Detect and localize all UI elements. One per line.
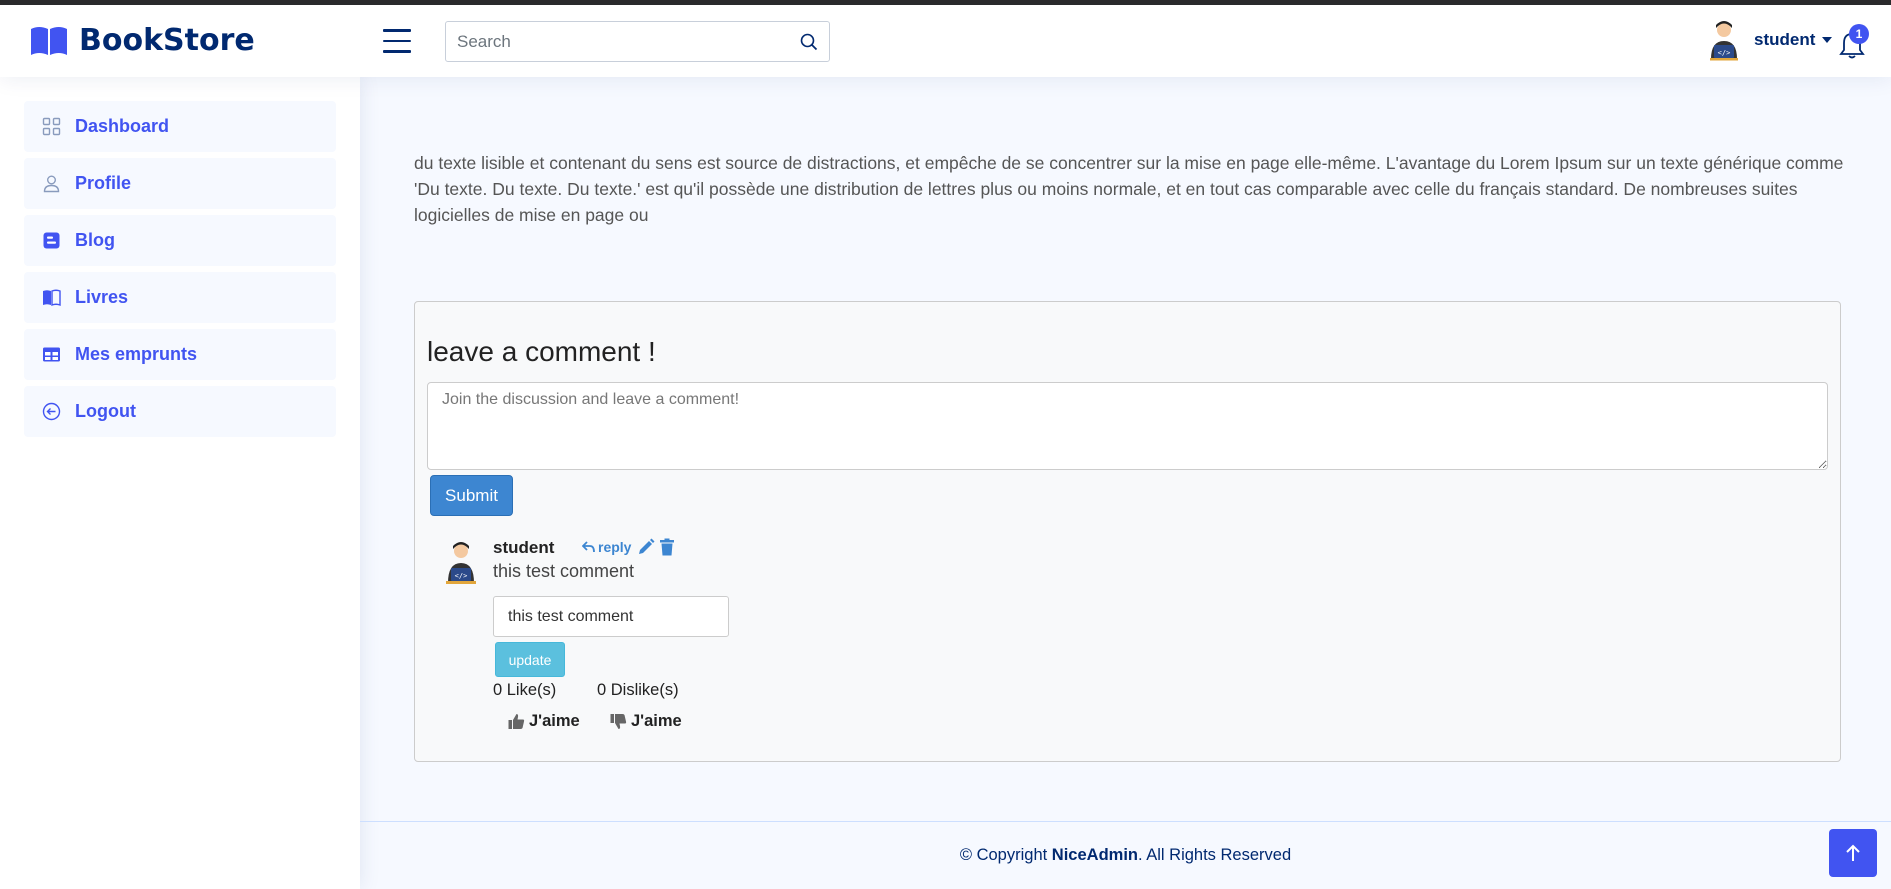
- like-count: 0 Like(s): [493, 681, 557, 699]
- search-button[interactable]: [789, 22, 829, 61]
- sidebar-item-logout[interactable]: Logout: [24, 386, 336, 437]
- dislike-button[interactable]: J'aime: [610, 712, 682, 731]
- username-label: student: [1754, 30, 1833, 50]
- comment-section-title: leave a comment !: [427, 336, 656, 367]
- book-logo-icon: [31, 26, 67, 55]
- avatar: </>: [446, 542, 476, 584]
- edit-comment-input[interactable]: [493, 596, 729, 637]
- sidebar-item-label: Livres: [75, 287, 129, 307]
- dislike-count: 0 Dislike(s): [597, 681, 679, 699]
- sidebar-item-dashboard[interactable]: Dashboard: [24, 101, 336, 152]
- sidebar-item-label: Logout: [75, 401, 136, 421]
- sidebar: Dashboard Profile Blog Livres Mes emprun…: [0, 77, 360, 889]
- thumbs-down-icon: [610, 714, 627, 729]
- comment-text: this test comment: [493, 561, 635, 581]
- sidebar-item-label: Mes emprunts: [75, 344, 198, 364]
- post-paragraph: du texte lisible et contenant du sens es…: [414, 153, 1844, 225]
- sidebar-item-livres[interactable]: Livres: [24, 272, 336, 323]
- avatar: </>: [1710, 21, 1738, 61]
- profile-dropdown[interactable]: </> student: [1706, 19, 1833, 61]
- book-icon: [43, 289, 61, 307]
- person-icon: [43, 175, 60, 193]
- search-input[interactable]: [446, 22, 789, 61]
- header: BookStore </> student 1: [0, 5, 1891, 77]
- copyright-text: © Copyright NiceAdmin. All Rights Reserv…: [959, 846, 1292, 864]
- sidebar-item-label: Dashboard: [75, 116, 170, 136]
- footer-brand: NiceAdmin: [1051, 846, 1138, 864]
- comment-section: leave a comment ! Submit </> student rep…: [414, 301, 1841, 762]
- search-bar: [445, 21, 830, 62]
- grid-icon: [42, 117, 61, 136]
- comment-author: student: [493, 538, 555, 557]
- arrow-up-icon: [1846, 844, 1860, 861]
- update-comment-button[interactable]: update: [495, 642, 565, 677]
- reply-button[interactable]: reply: [582, 539, 631, 555]
- submit-comment-button[interactable]: Submit: [430, 475, 513, 516]
- sidebar-item-profile[interactable]: Profile: [24, 158, 336, 209]
- reply-label: reply: [598, 539, 632, 555]
- table-icon: [43, 347, 60, 362]
- arrow-left-circle-icon: [42, 402, 61, 421]
- search-icon: [800, 33, 818, 50]
- dislike-label: J'aime: [631, 712, 682, 730]
- sidebar-item-blog[interactable]: Blog: [24, 215, 336, 266]
- svg-text:</>: </>: [1718, 49, 1731, 57]
- like-label: J'aime: [529, 712, 580, 730]
- thumbs-up-icon: [508, 714, 525, 729]
- caret-down-icon: [1822, 37, 1833, 43]
- logo[interactable]: BookStore: [29, 23, 255, 58]
- notification-badge: 1: [1849, 24, 1869, 44]
- main-content: du texte lisible et contenant du sens es…: [360, 77, 1891, 889]
- toggle-sidebar-button[interactable]: [383, 29, 411, 53]
- pencil-icon[interactable]: [637, 538, 655, 556]
- footer: © Copyright NiceAdmin. All Rights Reserv…: [360, 821, 1891, 889]
- app-name: BookStore: [79, 23, 255, 58]
- sidebar-item-label: Blog: [75, 230, 115, 250]
- sidebar-item-label: Profile: [75, 173, 132, 193]
- comment-textarea[interactable]: [427, 382, 1828, 470]
- back-to-top-button[interactable]: [1829, 829, 1877, 877]
- trash-icon[interactable]: [659, 538, 675, 556]
- blogger-icon: [43, 232, 60, 249]
- reply-icon: [582, 541, 595, 553]
- like-button[interactable]: J'aime: [508, 712, 580, 731]
- sidebar-item-mes-emprunts[interactable]: Mes emprunts: [24, 329, 336, 380]
- svg-text:</>: </>: [455, 572, 468, 580]
